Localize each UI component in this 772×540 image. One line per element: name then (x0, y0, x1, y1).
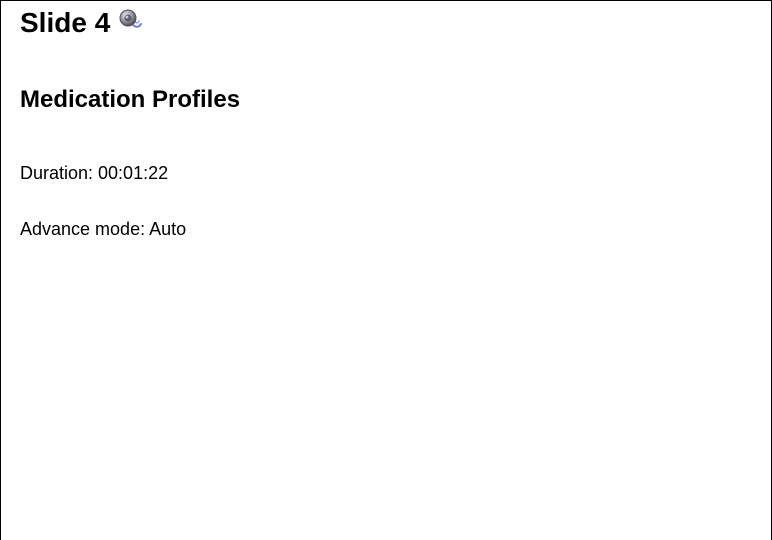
slide-title: Slide 4 (20, 7, 111, 38)
speaker-icon[interactable] (118, 8, 144, 34)
slide-frame: Slide 4 Medication Profiles Duration: 00… (0, 0, 772, 540)
duration-text: Duration: 00:01:22 (20, 163, 169, 183)
slide-header: Slide 4 (20, 6, 144, 40)
advance-mode-text: Advance mode: Auto (20, 219, 187, 239)
slide-heading: Medication Profiles (20, 86, 241, 113)
